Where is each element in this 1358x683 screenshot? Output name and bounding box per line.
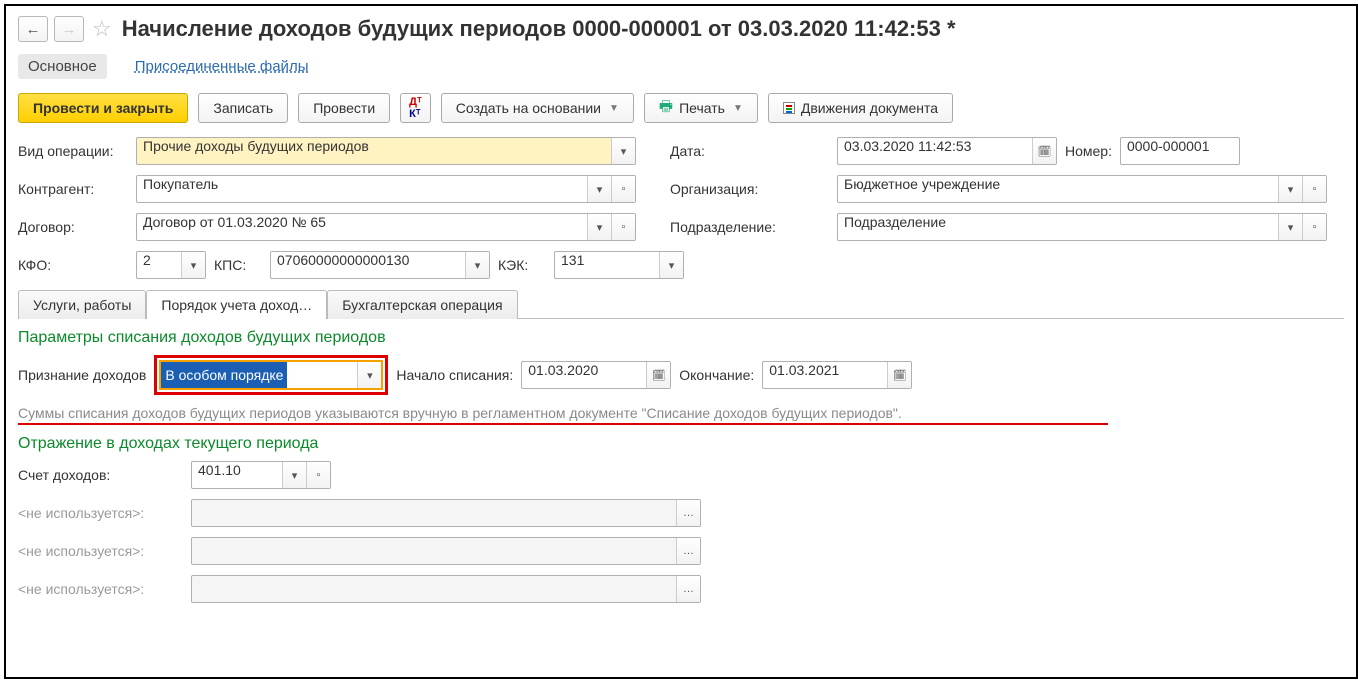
division-label: Подразделение: xyxy=(670,219,800,235)
tab-accounting-op[interactable]: Бухгалтерская операция xyxy=(327,290,517,319)
subtab-files[interactable]: Присоединенные файлы xyxy=(125,54,319,79)
division-open[interactable]: ▫ xyxy=(1302,214,1326,240)
printer-icon: 🖶 xyxy=(659,96,673,121)
kps-label: КПС: xyxy=(214,257,262,273)
start-date-label: Начало списания: xyxy=(396,367,513,383)
end-date-label: Окончание: xyxy=(679,367,754,383)
op-type-input[interactable]: Прочие доходы будущих периодов xyxy=(137,138,611,164)
org-label: Организация: xyxy=(670,181,780,197)
start-date-input[interactable]: 01.03.2020 xyxy=(522,362,646,388)
chevron-down-icon: ▼ xyxy=(733,103,743,114)
date-input[interactable]: 03.03.2020 11:42:53 xyxy=(838,138,1032,164)
unused-input-2 xyxy=(192,538,676,564)
unused-input-1 xyxy=(192,500,676,526)
back-button[interactable]: ← xyxy=(18,16,48,42)
contract-input[interactable]: Договор от 01.03.2020 № 65 xyxy=(137,214,587,240)
kek-label: КЭК: xyxy=(498,257,546,273)
kfo-label: КФО: xyxy=(18,257,128,273)
calendar-icon[interactable]: 🗓 xyxy=(1032,138,1056,164)
recognition-label: Признание доходов xyxy=(18,367,146,383)
tab-income-order[interactable]: Порядок учета доход… xyxy=(146,290,327,319)
end-date-input[interactable]: 01.03.2021 xyxy=(763,362,887,388)
save-button[interactable]: Записать xyxy=(198,93,288,123)
division-input[interactable]: Подразделение xyxy=(838,214,1278,240)
account-input[interactable]: 401.10 xyxy=(192,462,282,488)
contract-dropdown[interactable]: ▾ xyxy=(587,214,611,240)
unused-open-1[interactable]: … xyxy=(676,500,700,526)
writeoff-note: Суммы списания доходов будущих периодов … xyxy=(18,405,902,421)
print-button[interactable]: 🖶 Печать ▼ xyxy=(644,93,758,123)
calendar-icon[interactable]: 🗓 xyxy=(646,362,670,388)
org-dropdown[interactable]: ▾ xyxy=(1278,176,1302,202)
debit-credit-icon: ДᵀКᵀ xyxy=(409,96,422,120)
kek-dropdown[interactable]: ▾ xyxy=(659,252,683,278)
debit-credit-button[interactable]: ДᵀКᵀ xyxy=(400,93,431,123)
contragent-dropdown[interactable]: ▾ xyxy=(587,176,611,202)
number-input[interactable]: 0000-000001 xyxy=(1121,138,1239,164)
unused-open-3[interactable]: … xyxy=(676,576,700,602)
kfo-dropdown[interactable]: ▾ xyxy=(181,252,205,278)
movements-label: Движения документа xyxy=(801,100,938,116)
current-period-section-title: Отражение в доходах текущего периода xyxy=(18,435,1344,453)
calendar-icon[interactable]: 🗓 xyxy=(887,362,911,388)
division-dropdown[interactable]: ▾ xyxy=(1278,214,1302,240)
unused-label-1: <не используется>: xyxy=(18,505,183,521)
org-open[interactable]: ▫ xyxy=(1302,176,1326,202)
date-label: Дата: xyxy=(670,143,722,159)
subtab-main[interactable]: Основное xyxy=(18,54,107,79)
op-type-label: Вид операции: xyxy=(18,143,128,159)
chevron-down-icon: ▼ xyxy=(609,103,619,114)
unused-label-3: <не используется>: xyxy=(18,581,183,597)
recognition-highlight: В особом порядке ▾ xyxy=(154,355,388,395)
contragent-open[interactable]: ▫ xyxy=(611,176,635,202)
kfo-input[interactable]: 2 xyxy=(137,252,181,278)
params-section-title: Параметры списания доходов будущих перио… xyxy=(18,329,1344,347)
contract-label: Договор: xyxy=(18,219,128,235)
recognition-dropdown[interactable]: ▾ xyxy=(357,362,381,388)
op-type-dropdown[interactable]: ▾ xyxy=(611,138,635,164)
document-movements-button[interactable]: Движения документа xyxy=(768,93,953,123)
unused-label-2: <не используется>: xyxy=(18,543,183,559)
post-and-close-button[interactable]: Провести и закрыть xyxy=(18,93,188,123)
account-dropdown[interactable]: ▾ xyxy=(282,462,306,488)
post-button[interactable]: Провести xyxy=(298,93,390,123)
recognition-input[interactable]: В особом порядке xyxy=(161,362,287,388)
page-title: Начисление доходов будущих периодов 0000… xyxy=(122,16,956,42)
contragent-input[interactable]: Покупатель xyxy=(137,176,587,202)
favorite-star-icon[interactable]: ☆ xyxy=(92,16,112,42)
kps-dropdown[interactable]: ▾ xyxy=(465,252,489,278)
forward-button[interactable]: → xyxy=(54,16,84,42)
unused-open-2[interactable]: … xyxy=(676,538,700,564)
create-based-on-button[interactable]: Создать на основании ▼ xyxy=(441,93,634,123)
create-based-label: Создать на основании xyxy=(456,100,601,116)
contragent-label: Контрагент: xyxy=(18,181,128,197)
number-label: Номер: xyxy=(1065,143,1112,159)
kek-input[interactable]: 131 xyxy=(555,252,659,278)
print-label: Печать xyxy=(679,100,725,116)
account-label: Счет доходов: xyxy=(18,467,183,483)
contract-open[interactable]: ▫ xyxy=(611,214,635,240)
account-open[interactable]: ▫ xyxy=(306,462,330,488)
kps-input[interactable]: 07060000000000130 xyxy=(271,252,465,278)
tab-services[interactable]: Услуги, работы xyxy=(18,290,146,319)
unused-input-3 xyxy=(192,576,676,602)
document-icon xyxy=(783,102,795,114)
org-input[interactable]: Бюджетное учреждение xyxy=(838,176,1278,202)
